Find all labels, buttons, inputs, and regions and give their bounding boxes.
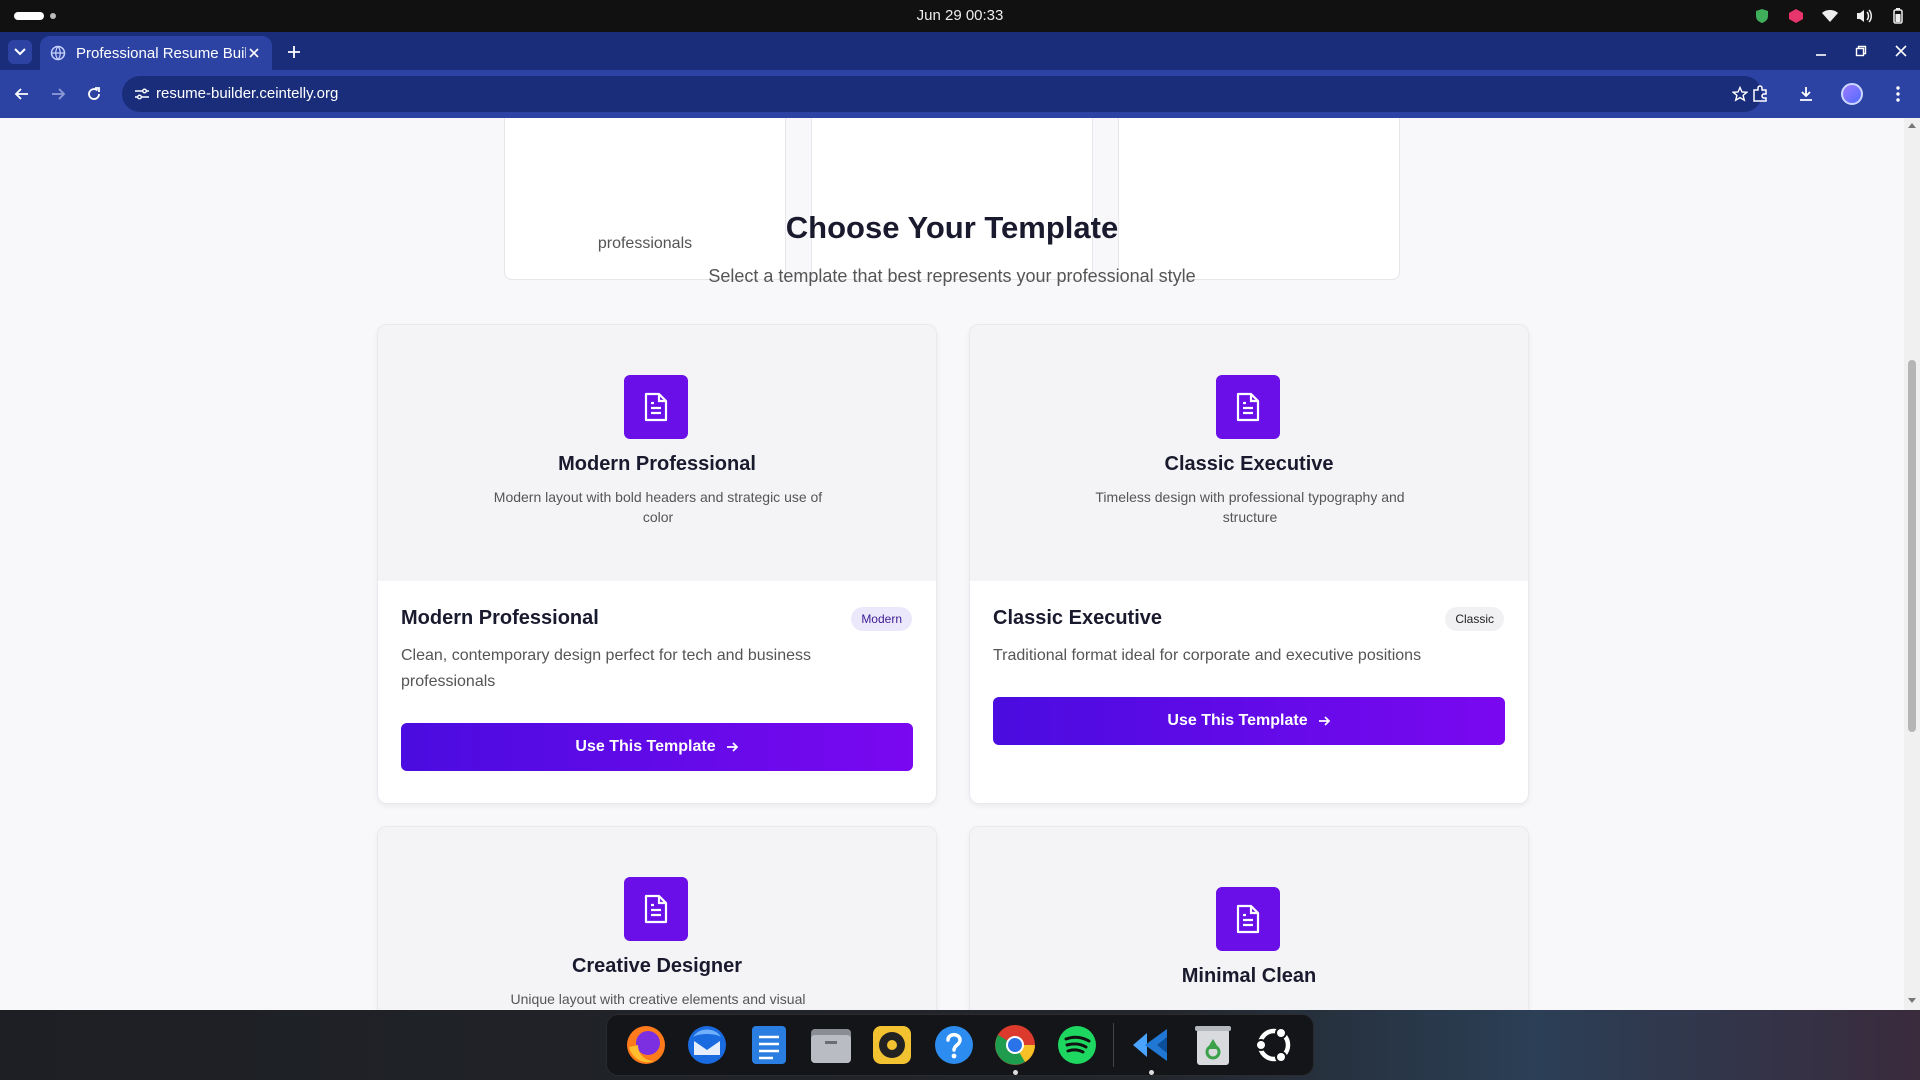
- chevron-down-icon: [14, 48, 26, 56]
- document-icon: [624, 375, 688, 439]
- template-preview-title: Modern Professional: [558, 453, 756, 475]
- bookmark-star-icon[interactable]: [1730, 84, 1750, 104]
- template-preview-desc: Modern layout with bold headers and stra…: [493, 489, 823, 525]
- back-arrow-icon[interactable]: [10, 82, 34, 106]
- use-template-button[interactable]: Use This Template: [401, 723, 913, 771]
- chrome-icon[interactable]: [990, 1020, 1040, 1075]
- document-icon: [1216, 375, 1280, 439]
- use-template-label: Use This Template: [575, 738, 716, 755]
- new-tab-button[interactable]: [282, 40, 306, 64]
- download-icon[interactable]: [1794, 82, 1818, 106]
- use-template-label: Use This Template: [1167, 712, 1308, 729]
- template-category-badge: Modern: [851, 607, 912, 631]
- wifi-icon[interactable]: [1820, 6, 1840, 26]
- template-preview-title: Classic Executive: [1164, 453, 1334, 475]
- template-preview[interactable]: Creative Designer Unique layout with cre…: [378, 827, 936, 1010]
- dock-separator: [1113, 1023, 1115, 1067]
- template-preview[interactable]: Classic Executive Timeless design with p…: [970, 325, 1528, 581]
- template-description: Clean, contemporary design perfect for t…: [401, 647, 812, 690]
- minimize-icon[interactable]: [1810, 40, 1832, 62]
- system-tray[interactable]: [1752, 6, 1908, 26]
- arrow-right-icon: [726, 741, 739, 753]
- feature-card: professionals: [504, 118, 786, 280]
- tab-search-button[interactable]: [8, 40, 32, 64]
- arrow-right-icon: [1318, 715, 1331, 727]
- template-card-creative-designer[interactable]: Creative Designer Unique layout with cre…: [377, 826, 937, 1010]
- volume-icon[interactable]: [1854, 6, 1874, 26]
- template-preview-title: Minimal Clean: [1181, 965, 1317, 987]
- trash-icon[interactable]: [1188, 1020, 1238, 1070]
- site-settings-icon[interactable]: [132, 84, 152, 104]
- page-viewport: professionals Choose Your Template Selec…: [0, 118, 1920, 1010]
- template-preview-desc: Timeless design with professional typogr…: [1095, 489, 1405, 525]
- shield-icon[interactable]: [1752, 6, 1772, 26]
- spotify-icon[interactable]: [1052, 1020, 1102, 1070]
- scroll-down-icon[interactable]: [1907, 997, 1917, 1005]
- os-top-bar: Jun 29 00:33: [0, 0, 1920, 32]
- profile-avatar[interactable]: [1840, 82, 1864, 106]
- firefox-icon[interactable]: [621, 1020, 671, 1070]
- active-tab[interactable]: Professional Resume Builder: [40, 36, 272, 70]
- feature-card: [1118, 118, 1400, 280]
- browser-tabstrip: Professional Resume Builder: [0, 32, 1920, 70]
- running-indicator: [1148, 1070, 1154, 1075]
- restore-icon[interactable]: [1850, 40, 1872, 62]
- use-template-button[interactable]: Use This Template: [993, 697, 1505, 745]
- menu-kebab-icon[interactable]: [1886, 82, 1910, 106]
- battery-icon[interactable]: [1888, 6, 1908, 26]
- running-indicator: [1013, 1070, 1019, 1075]
- template-preview[interactable]: Modern Professional Modern layout with b…: [378, 325, 936, 581]
- thunderbird-icon[interactable]: [682, 1020, 732, 1070]
- desktop-dock-area: [0, 1010, 1920, 1080]
- vscode-icon[interactable]: [1126, 1020, 1176, 1075]
- plus-icon: [288, 46, 300, 58]
- notification-app-icon[interactable]: [1786, 6, 1806, 26]
- section-subtitle: Select a template that best represents y…: [708, 266, 1196, 286]
- workspace-indicator: [50, 13, 56, 19]
- template-name: Modern Professional: [401, 607, 599, 629]
- extensions-icon[interactable]: [1748, 82, 1772, 106]
- forward-arrow-icon[interactable]: [46, 82, 70, 106]
- template-card-modern-professional[interactable]: Modern Professional Modern layout with b…: [377, 324, 937, 804]
- tab-title: Professional Resume Builder: [76, 44, 246, 62]
- document-icon: [624, 877, 688, 941]
- template-name: Classic Executive: [993, 607, 1162, 629]
- files-icon[interactable]: [806, 1020, 856, 1070]
- browser-toolbar: resume-builder.ceintelly.org: [0, 70, 1920, 118]
- template-preview[interactable]: Minimal Clean: [970, 827, 1528, 1010]
- template-card-body: Classic Executive Classic Traditional fo…: [970, 581, 1528, 803]
- globe-icon: [50, 45, 66, 61]
- section-title: Choose Your Template: [785, 210, 1119, 245]
- document-icon: [1216, 887, 1280, 951]
- template-category-badge: Classic: [1445, 607, 1504, 631]
- window-controls: [1810, 40, 1912, 62]
- dock: [606, 1014, 1314, 1076]
- tab-close-icon[interactable]: [246, 45, 262, 61]
- rhythmbox-icon[interactable]: [867, 1020, 917, 1070]
- ubuntu-icon[interactable]: [1249, 1020, 1299, 1070]
- feature-card: [811, 118, 1093, 280]
- close-window-icon[interactable]: [1890, 40, 1912, 62]
- template-description: Traditional format ideal for corporate a…: [993, 647, 1422, 664]
- activities-button[interactable]: [14, 12, 44, 20]
- template-preview-desc: Unique layout with creative elements and…: [510, 991, 806, 1007]
- help-icon[interactable]: [929, 1020, 979, 1070]
- template-card-body: Modern Professional Modern Clean, contem…: [378, 581, 936, 803]
- template-preview-title: Creative Designer: [571, 955, 743, 977]
- address-bar[interactable]: resume-builder.ceintelly.org: [122, 76, 1762, 112]
- toolbar-actions: [1748, 82, 1910, 106]
- scrollbar-thumb[interactable]: [1908, 360, 1916, 732]
- reload-icon[interactable]: [82, 82, 106, 106]
- template-card-classic-executive[interactable]: Classic Executive Timeless design with p…: [969, 324, 1529, 804]
- system-clock[interactable]: Jun 29 00:33: [0, 7, 1920, 24]
- template-card-minimal-clean[interactable]: Minimal Clean: [969, 826, 1529, 1010]
- text-editor-icon[interactable]: [744, 1020, 794, 1070]
- url-text[interactable]: resume-builder.ceintelly.org: [156, 85, 338, 102]
- scroll-up-icon[interactable]: [1907, 121, 1917, 129]
